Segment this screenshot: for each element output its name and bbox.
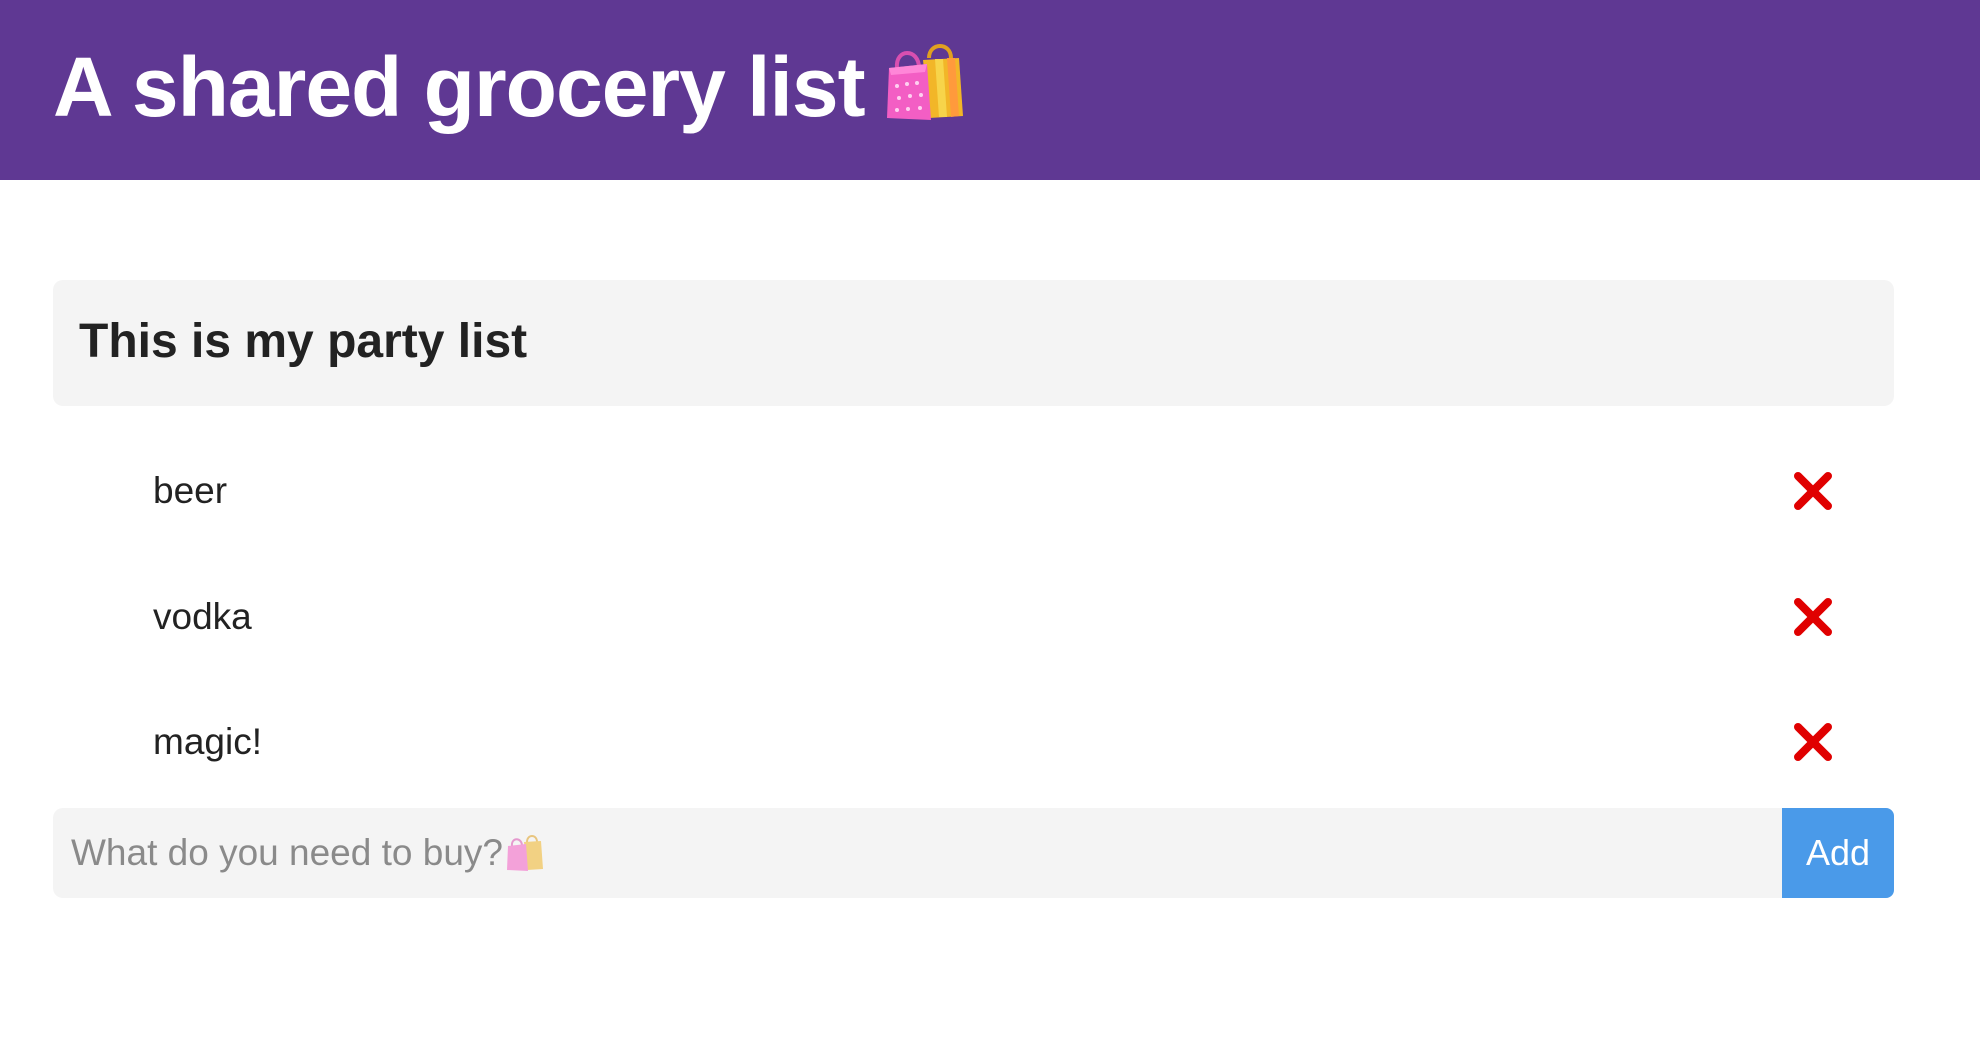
page-title-text: A shared grocery list — [53, 40, 866, 134]
list-item-label: vodka — [153, 596, 252, 637]
app-header: A shared grocery list — [0, 0, 1980, 180]
close-icon[interactable] — [1788, 466, 1838, 516]
close-icon[interactable] — [1788, 717, 1838, 767]
list-item: vodka — [53, 578, 1894, 658]
list-item: beer — [53, 452, 1894, 532]
add-button[interactable]: Add — [1782, 808, 1894, 898]
add-item-form: Add — [53, 808, 1894, 898]
list-item: magic! — [53, 703, 1894, 783]
new-item-input[interactable] — [53, 808, 1782, 898]
close-icon[interactable] — [1788, 592, 1838, 642]
page-title: A shared grocery list — [53, 42, 967, 138]
list-header-card: This is my party list — [53, 280, 1894, 406]
list-item-label: magic! — [153, 721, 262, 762]
list-title: This is my party list — [79, 315, 528, 368]
list-item-label: beer — [153, 470, 228, 511]
shopping-bags-icon — [883, 38, 967, 138]
shopping-bags-icon — [505, 832, 545, 877]
